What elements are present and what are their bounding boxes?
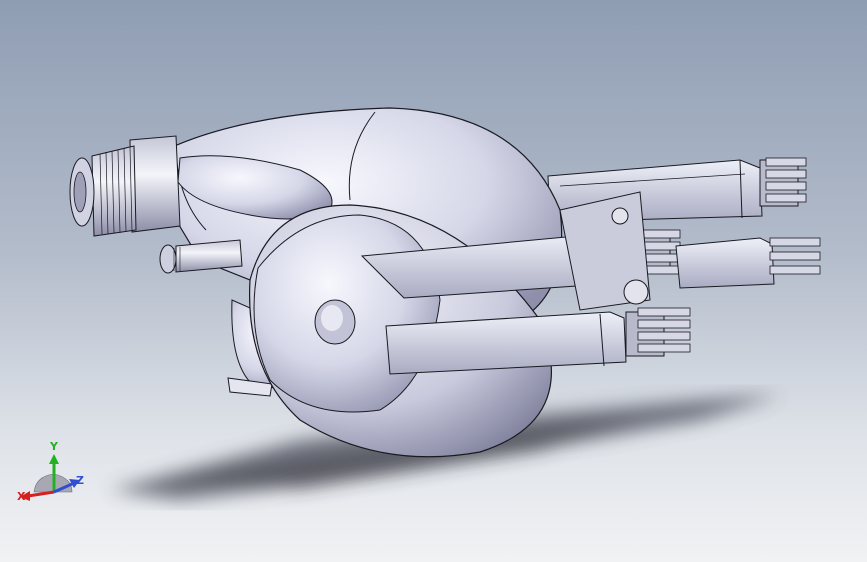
right-weapon-arm: [675, 237, 821, 289]
model-3d-view[interactable]: [0, 0, 867, 562]
coordinate-triad: Y X Z: [17, 440, 84, 503]
y-axis-label: Y: [49, 440, 59, 453]
x-axis-arrow: [27, 490, 55, 498]
center-joint: [559, 191, 651, 311]
x-axis-label: X: [17, 490, 26, 503]
z-axis-label: Z: [76, 474, 84, 487]
y-axis-head: [49, 454, 59, 464]
cad-graphics-viewport[interactable]: Y X Z: [0, 0, 867, 562]
rear-thruster: [69, 135, 181, 237]
